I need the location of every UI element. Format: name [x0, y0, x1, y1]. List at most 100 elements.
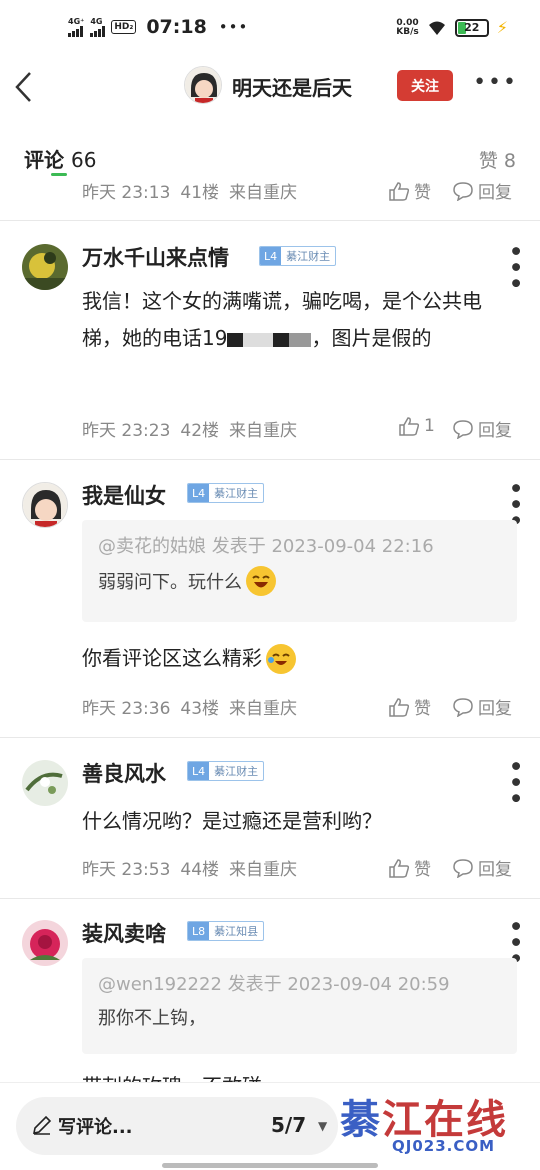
back-icon[interactable] — [14, 70, 34, 104]
comment-43-meta: 昨天 23:36 43楼 来自重庆 — [82, 694, 297, 719]
write-comment-input[interactable]: 写评论... 5/7 — [16, 1097, 338, 1155]
tab-comments-label: 评论 — [24, 148, 64, 172]
tab-comments[interactable]: 评论 66 — [24, 144, 96, 173]
reply-button[interactable]: 回复 — [452, 694, 512, 719]
battery-level: 22 — [464, 21, 480, 34]
comment-tabs: 评论 66 赞 8 — [0, 128, 540, 178]
wifi-icon — [428, 21, 445, 35]
thumbs-up-icon — [389, 181, 410, 201]
tab-comments-count: 66 — [70, 148, 97, 172]
thumbs-up-icon — [399, 417, 420, 436]
level-badge: L4 綦江财主 — [259, 246, 337, 266]
watermark-logo: 綦江在线 QJ023.COM — [330, 1087, 530, 1167]
redaction-mark — [289, 332, 312, 347]
like-label: 赞 — [414, 860, 431, 880]
reply-button[interactable]: 回复 — [452, 416, 512, 441]
author-avatar[interactable] — [184, 66, 222, 104]
comment-location: 来自重庆 — [229, 421, 298, 441]
quote-body: 那你不上钩， — [98, 1008, 206, 1029]
author-name[interactable]: 明天还是后天 — [232, 72, 352, 101]
redaction-mark — [227, 332, 244, 347]
tab-likes-label: 赞 — [478, 150, 498, 172]
quote-body: 弱弱问下。玩什么 — [98, 566, 501, 596]
avatar[interactable] — [22, 920, 68, 966]
laughing-emoji-icon — [246, 566, 276, 596]
avatar[interactable] — [22, 760, 68, 806]
like-count: 1 — [424, 416, 435, 436]
level-label: L8 — [188, 922, 210, 940]
net-speed: 0.00 KB/s — [396, 18, 419, 37]
like-label: 赞 — [414, 183, 431, 203]
level-label: L4 — [188, 484, 210, 502]
page-indicator[interactable]: 5/7 — [271, 1113, 306, 1137]
charging-icon: ⚡ — [496, 18, 508, 37]
follow-button[interactable]: 关注 — [397, 70, 453, 101]
comment-body: 我信！这个女的满嘴谎，骗吃喝，是个公共电梯，她的电话19 ，图片是假的 — [82, 283, 502, 357]
quote-header: @wen192222 发表于 2023-09-04 20:59 — [98, 974, 450, 995]
level-badge: L8 綦江知县 — [187, 921, 265, 941]
avatar[interactable] — [22, 244, 68, 290]
like-button[interactable]: 赞 — [388, 855, 431, 880]
level-badge: L4 綦江财主 — [187, 761, 265, 781]
divider — [0, 220, 540, 221]
like-button[interactable]: 1 — [398, 416, 435, 436]
reply-label: 回复 — [478, 860, 512, 880]
quoted-comment[interactable]: @wen192222 发表于 2023-09-04 20:59 那你不上钩， — [82, 958, 517, 1054]
reply-bubble-icon — [453, 697, 473, 717]
page-dropdown-icon[interactable]: ▼ — [318, 1119, 327, 1133]
comment-body-text: 你看评论区这么精彩 — [82, 646, 262, 670]
divider — [0, 737, 540, 738]
reply-button[interactable]: 回复 — [452, 855, 512, 880]
reply-label: 回复 — [478, 421, 512, 441]
rank-label: 綦江财主 — [214, 487, 259, 500]
home-indicator[interactable] — [162, 1163, 378, 1168]
watermark-url: QJ023.COM — [392, 1137, 496, 1155]
reply-button[interactable]: 回复 — [452, 178, 512, 203]
comment-body: 什么情况哟？是过瘾还是营利哟？ — [82, 809, 382, 833]
comment-floor: 44楼 — [180, 860, 220, 880]
signal-icon-1: 4G⁺ — [68, 16, 85, 37]
comment-41-meta: 昨天 23:13 41楼 来自重庆 — [82, 178, 297, 203]
watermark-char: 綦 — [340, 1096, 382, 1143]
status-right: 0.00 KB/s 22 ⚡ — [396, 18, 508, 37]
level-label: L4 — [260, 247, 282, 265]
net-speed-unit: KB/s — [396, 26, 419, 37]
comment-time: 昨天 23:13 — [82, 183, 171, 203]
comment-author[interactable]: 善良风水 — [82, 758, 166, 788]
level-label: L4 — [188, 762, 210, 780]
comment-author[interactable]: 我是仙女 — [82, 480, 166, 510]
comment-menu-icon[interactable]: ••• — [502, 244, 527, 292]
comment-floor: 43楼 — [180, 699, 220, 719]
comment-author[interactable]: 万水千山来点情 — [82, 242, 229, 272]
tab-likes[interactable]: 赞 8 — [479, 146, 516, 173]
like-label: 赞 — [414, 699, 431, 719]
reply-label: 回复 — [478, 183, 512, 203]
more-options-icon[interactable]: ••• — [473, 70, 518, 95]
comment-body: 你看评论区这么精彩 — [82, 640, 502, 677]
pen-icon — [32, 1115, 52, 1135]
like-button[interactable]: 赞 — [388, 178, 431, 203]
comment-time: 昨天 23:53 — [82, 860, 171, 880]
comment-time: 昨天 23:23 — [82, 421, 171, 441]
reply-label: 回复 — [478, 699, 512, 719]
signal-icon-2: 4G — [90, 17, 106, 37]
avatar[interactable] — [22, 482, 68, 528]
quoted-comment[interactable]: @卖花的姑娘 发表于 2023-09-04 22:16 弱弱问下。玩什么 — [82, 520, 517, 622]
like-button[interactable]: 赞 — [388, 694, 431, 719]
comment-floor: 42楼 — [180, 421, 220, 441]
comment-location: 来自重庆 — [229, 183, 298, 203]
comment-menu-icon[interactable]: ••• — [502, 759, 527, 807]
rank-label: 綦江知县 — [214, 925, 259, 938]
comment-list[interactable]: 昨天 23:13 41楼 来自重庆 赞 回复 万水千山来点情 L4 綦江财主 •… — [0, 178, 540, 1082]
level-badge: L4 綦江财主 — [187, 483, 265, 503]
comment-body: 带刺的玫瑰，不敢碰 — [82, 1068, 502, 1082]
reply-bubble-icon — [453, 858, 473, 878]
bottom-bar: 写评论... 5/7 ▼ 綦江在线 QJ023.COM — [0, 1082, 540, 1170]
thumbs-up-icon — [389, 858, 410, 878]
thumbs-up-icon — [389, 697, 410, 717]
comment-author[interactable]: 装风卖啥 — [82, 918, 166, 948]
rank-label: 綦江财主 — [286, 250, 331, 263]
redaction-mark — [273, 332, 290, 347]
sim1-label: 4G⁺ — [68, 16, 85, 26]
quote-text: 弱弱问下。玩什么 — [98, 572, 242, 593]
